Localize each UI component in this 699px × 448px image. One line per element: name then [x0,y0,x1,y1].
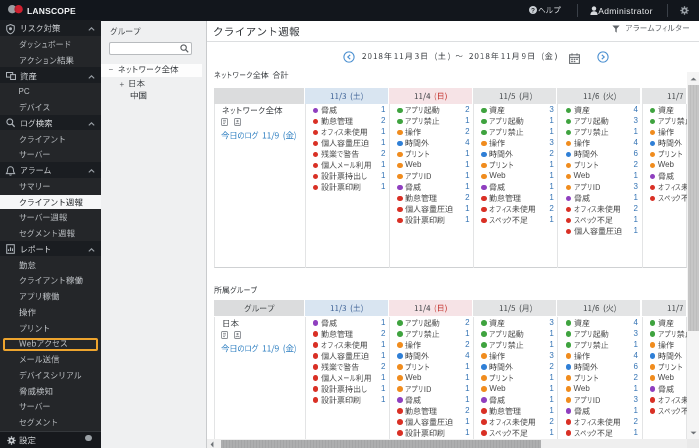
svg-text:?: ? [531,8,535,15]
